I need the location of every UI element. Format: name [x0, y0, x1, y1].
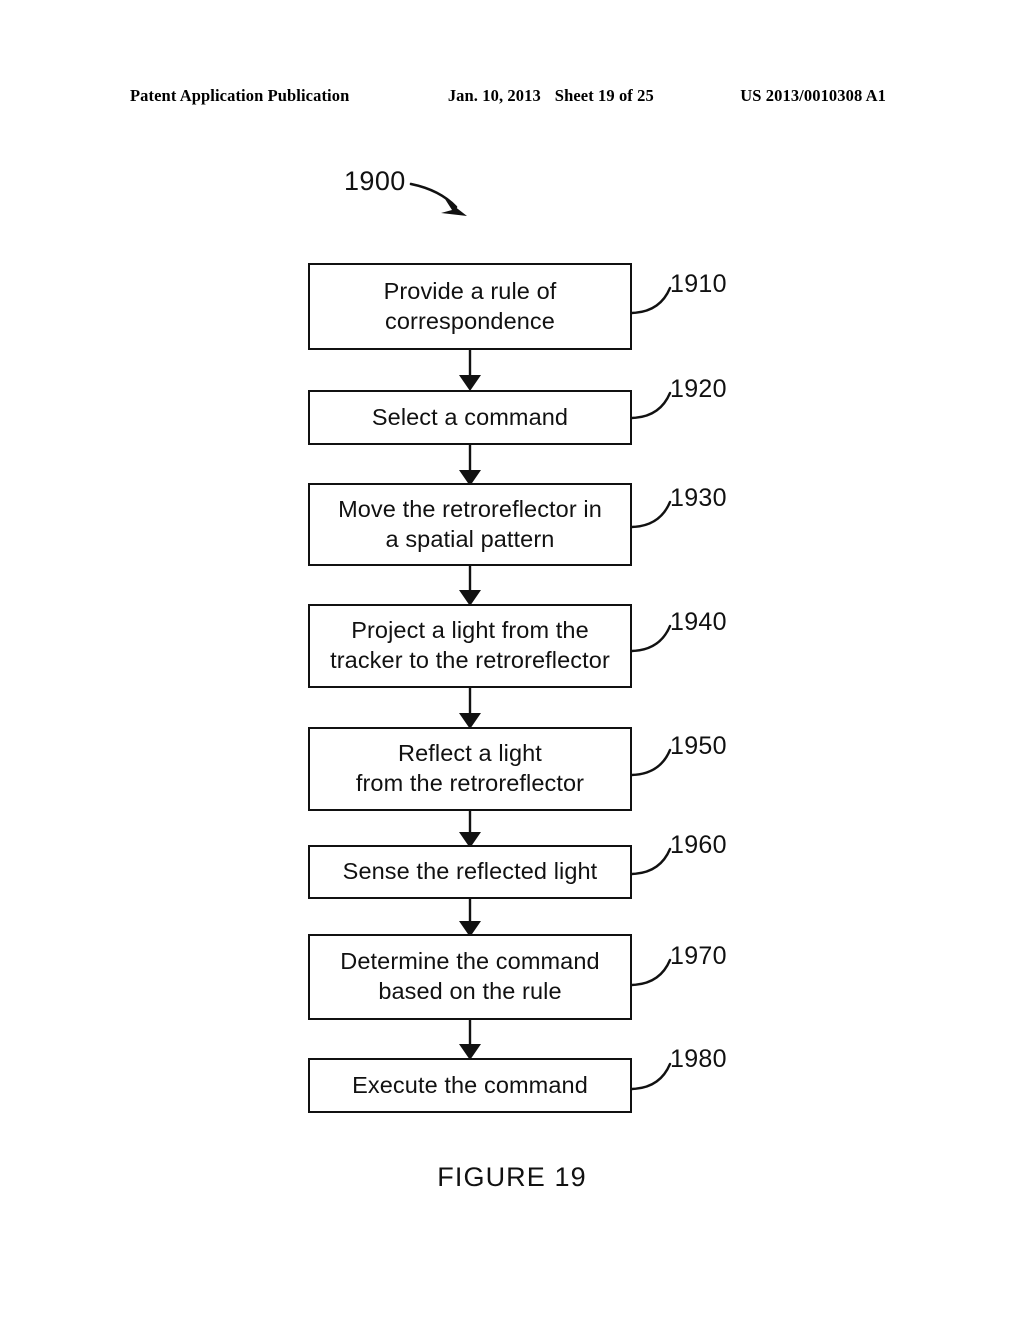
callout-label-1900: 1900	[344, 166, 406, 196]
reference-numeral-1910: 1910	[670, 270, 727, 298]
reference-numeral-1970: 1970	[670, 942, 727, 970]
flow-box-1910-label: Provide a rule of correspondence	[383, 277, 557, 334]
flow-box-1910[interactable]: Provide a rule of correspondence	[308, 263, 632, 350]
flow-box-1930[interactable]: Move the retroreflector in a spatial pat…	[308, 483, 632, 566]
flow-box-1970-label: Determine the command based on the rule	[340, 948, 600, 1004]
patent-figure-19: 1900 Provide a rule of correspondence 19…	[0, 0, 1024, 1320]
reference-numeral-1960: 1960	[670, 831, 727, 859]
flow-box-1960[interactable]: Sense the reflected light	[308, 845, 632, 899]
flow-box-1950-label: Reflect a light from the retroreflector	[355, 740, 585, 796]
callout-arrow-1900	[409, 182, 467, 216]
reference-numeral-1950: 1950	[670, 732, 727, 760]
flow-box-1940-label: Project a light from the tracker to the …	[330, 617, 610, 673]
reference-leader-lines	[630, 286, 672, 1091]
flow-box-1920[interactable]: Select a command	[308, 390, 632, 445]
flow-box-1970[interactable]: Determine the command based on the rule	[308, 934, 632, 1020]
flow-box-1980-label: Execute the command	[352, 1071, 588, 1098]
flow-box-1920-label: Select a command	[371, 403, 569, 430]
figure-caption: FIGURE 19	[437, 1162, 587, 1192]
flow-box-1980[interactable]: Execute the command	[308, 1058, 632, 1113]
reference-numeral-1930: 1930	[670, 484, 727, 512]
reference-numeral-1940: 1940	[670, 608, 727, 636]
reference-numeral-1920: 1920	[670, 375, 727, 403]
flow-box-1930-label: Move the retroreflector in a spatial pat…	[338, 495, 602, 552]
reference-numeral-1980: 1980	[670, 1045, 727, 1073]
flow-box-1950[interactable]: Reflect a light from the retroreflector	[308, 727, 632, 811]
flow-box-1940[interactable]: Project a light from the tracker to the …	[308, 604, 632, 688]
flow-box-1960-label: Sense the reflected light	[342, 858, 598, 885]
